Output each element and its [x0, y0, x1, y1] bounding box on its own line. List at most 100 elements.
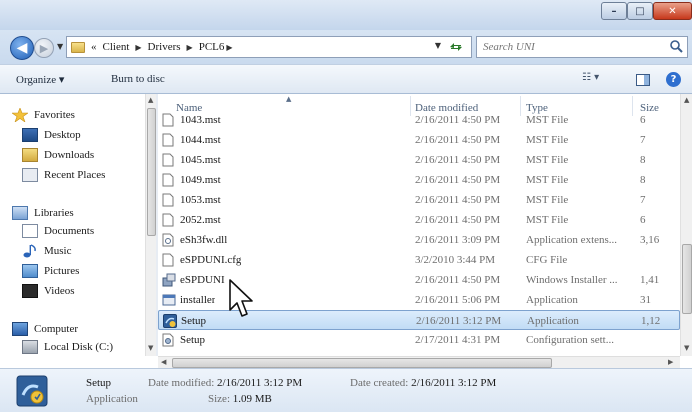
minimize-button[interactable]: – — [601, 2, 627, 20]
file-row[interactable]: eSPDUNI.cfg 3/2/2010 3:44 PM CFG File — [158, 250, 680, 270]
organize-button[interactable]: Organize ▾ — [16, 73, 64, 86]
file-size: 7 — [640, 134, 646, 146]
breadcrumb-pcl6[interactable]: PCL6 — [199, 41, 225, 53]
file-row[interactable]: 1043.mst 2/16/2011 4:50 PM MST File 6 — [158, 110, 680, 130]
file-name: eSPDUNI — [180, 274, 225, 286]
music-icon — [23, 244, 36, 258]
scroll-down-icon[interactable]: ▼ — [684, 344, 689, 352]
forward-arrow-icon: ▶ — [39, 41, 49, 55]
nav-recent-places[interactable]: Recent Places — [22, 168, 105, 182]
title-bar[interactable]: – □ ✕ — [0, 0, 692, 30]
scroll-thumb[interactable] — [172, 358, 552, 368]
search-icon[interactable] — [669, 39, 683, 53]
views-button[interactable]: ☷ ▾ — [582, 72, 599, 83]
recent-places-icon — [22, 168, 38, 182]
file-icon — [162, 213, 174, 227]
details-created-label: Date created: — [350, 377, 409, 389]
navigation-scrollbar[interactable]: ▲ ▼ — [145, 94, 156, 356]
nav-computer[interactable]: Computer — [12, 322, 78, 336]
downloads-icon — [22, 148, 38, 162]
nav-libraries[interactable]: Libraries — [12, 206, 74, 220]
address-dropdown-icon[interactable]: ▼ — [435, 41, 441, 50]
file-row[interactable]: 1053.mst 2/16/2011 4:50 PM MST File 7 — [158, 190, 680, 210]
file-type: CFG File — [526, 254, 568, 266]
file-row[interactable]: 2052.mst 2/16/2011 4:50 PM MST File 6 — [158, 210, 680, 230]
file-type: MST File — [526, 134, 569, 146]
file-name: 1049.mst — [180, 174, 221, 186]
file-name: 2052.mst — [180, 214, 221, 226]
scroll-thumb[interactable] — [147, 108, 156, 236]
chevron-right-icon[interactable]: ▶ — [187, 43, 193, 52]
file-name: 1045.mst — [180, 154, 221, 166]
setup-app-icon — [163, 314, 177, 328]
file-name: 1043.mst — [180, 114, 221, 126]
details-created-value: 2/16/2011 3:12 PM — [411, 377, 497, 389]
nav-downloads[interactable]: Downloads — [22, 148, 94, 162]
file-name: Setup — [180, 334, 206, 346]
horizontal-scrollbar[interactable]: ◀ ▶ — [158, 356, 680, 368]
nav-label: Local Disk (C:) — [44, 341, 114, 353]
file-size: 6 — [640, 114, 646, 126]
nav-local-disk[interactable]: Local Disk (C:) — [22, 340, 113, 354]
back-button[interactable]: ◀ — [10, 36, 34, 60]
refresh-icon[interactable] — [447, 39, 465, 55]
file-row[interactable]: 1044.mst 2/16/2011 4:50 PM MST File 7 — [158, 130, 680, 150]
file-date-modified: 2/16/2011 4:50 PM — [415, 114, 501, 126]
file-date-modified: 3/2/2010 3:44 PM — [415, 254, 496, 266]
scroll-up-icon[interactable]: ▲ — [148, 96, 153, 104]
file-date-modified: 2/16/2011 4:50 PM — [415, 174, 501, 186]
config-file-icon — [162, 333, 174, 347]
file-date-modified: 2/16/2011 5:06 PM — [415, 294, 501, 306]
file-row[interactable]: eSh3fw.dll 2/16/2011 3:09 PM Application e… — [158, 230, 680, 250]
search-input[interactable] — [477, 37, 657, 57]
nav-label: Pictures — [44, 265, 80, 277]
details-modified-value: 2/16/2011 3:12 PM — [217, 377, 303, 389]
maximize-button[interactable]: □ — [627, 2, 653, 20]
details-pane: Setup Application Date modified: 2/16/20… — [0, 368, 692, 412]
nav-music[interactable]: Music — [22, 244, 72, 258]
preview-pane-button[interactable] — [636, 74, 650, 86]
file-row[interactable]: 1045.mst 2/16/2011 4:50 PM MST File 8 — [158, 150, 680, 170]
forward-button[interactable]: ▶ — [34, 38, 54, 58]
file-type: MST File — [526, 154, 569, 166]
nav-desktop[interactable]: Desktop — [22, 128, 81, 142]
nav-favorites[interactable]: Favorites — [12, 108, 75, 122]
nav-label: Downloads — [44, 149, 95, 161]
file-type: Application extens... — [526, 234, 618, 246]
application-icon — [162, 293, 176, 307]
nav-label: Documents — [44, 225, 95, 237]
close-button[interactable]: ✕ — [653, 2, 692, 20]
scroll-up-icon[interactable]: ▲ — [684, 96, 689, 104]
libraries-icon — [12, 206, 28, 220]
file-row[interactable]: Setup 2/17/2011 4:31 PM Configuration sett… — [158, 330, 680, 350]
recent-pages-dropdown[interactable]: ▼ — [57, 42, 63, 51]
chevron-right-icon[interactable]: ▶ — [226, 43, 232, 52]
file-size: 6 — [640, 214, 646, 226]
hard-disk-icon — [22, 340, 38, 354]
breadcrumb-overflow[interactable]: « — [91, 41, 97, 53]
file-name: 1053.mst — [180, 194, 221, 206]
scroll-down-icon[interactable]: ▼ — [148, 344, 153, 352]
file-type: MST File — [526, 214, 569, 226]
nav-videos[interactable]: Videos — [22, 284, 75, 298]
file-size: 3,16 — [640, 234, 660, 246]
scroll-left-icon[interactable]: ◀ — [161, 358, 166, 366]
file-type: Windows Installer ... — [526, 274, 618, 286]
burn-to-disc-button[interactable]: Burn to disc — [111, 73, 165, 85]
breadcrumb-client[interactable]: Client — [103, 41, 130, 53]
chevron-right-icon[interactable]: ▶ — [135, 43, 141, 52]
address-bar[interactable]: « Client ▶ Drivers ▶ PCL6 ▶ ▼ — [66, 36, 472, 58]
file-list-scrollbar[interactable]: ▲ ▼ — [680, 94, 692, 356]
scroll-right-icon[interactable]: ▶ — [668, 358, 673, 366]
file-name: Setup — [181, 315, 207, 327]
search-box[interactable] — [476, 36, 688, 58]
file-icon — [162, 173, 174, 187]
nav-pictures[interactable]: Pictures — [22, 264, 79, 278]
file-row[interactable]: 1049.mst 2/16/2011 4:50 PM MST File 8 — [158, 170, 680, 190]
nav-documents[interactable]: Documents — [22, 224, 94, 238]
file-icon — [162, 153, 174, 167]
scroll-thumb[interactable] — [682, 244, 692, 314]
navigation-pane: Favorites Desktop Downloads Recent Place… — [0, 94, 156, 356]
breadcrumb-drivers[interactable]: Drivers — [148, 41, 181, 53]
help-button[interactable]: ? — [666, 72, 681, 87]
